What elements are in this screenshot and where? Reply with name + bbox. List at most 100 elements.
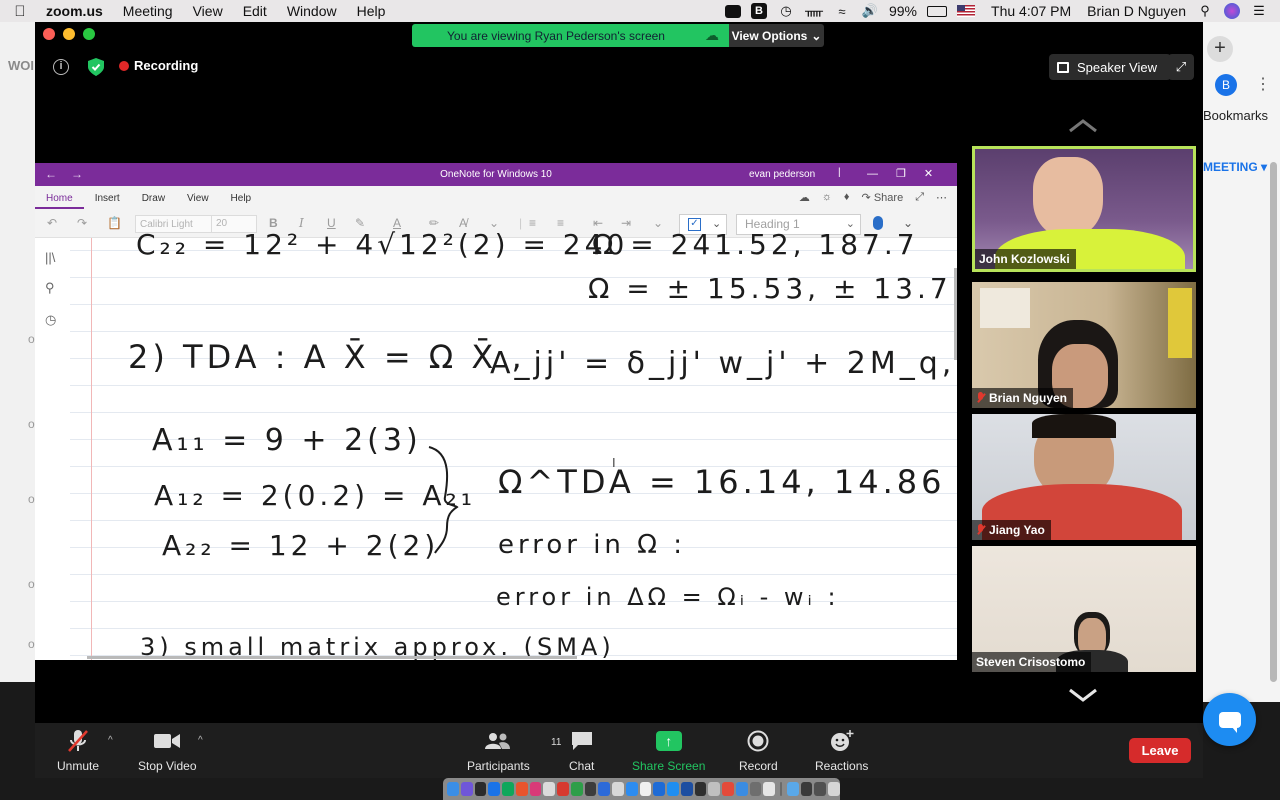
- scroll-up-icon[interactable]: [1068, 117, 1098, 135]
- app-icon[interactable]: [708, 782, 720, 796]
- app-icon[interactable]: [557, 782, 569, 796]
- shared-screen[interactable]: ←→ OneNote for Windows 10 evan pederson …: [35, 163, 957, 660]
- app-icon[interactable]: [800, 782, 813, 796]
- bookmarks-label[interactable]: Bookmarks: [1203, 108, 1268, 123]
- app-icon[interactable]: [735, 782, 748, 796]
- undo-icon[interactable]: ↶: [47, 216, 57, 230]
- recording-indicator[interactable]: Recording: [119, 58, 198, 73]
- notebooks-icon[interactable]: ||\: [45, 250, 55, 265]
- app-icon[interactable]: [749, 782, 762, 796]
- bell-icon[interactable]: ♦: [844, 191, 850, 204]
- note-canvas[interactable]: C₂₂ = 12² + 4√12²(2) = 240 Ω = 241.52, 1…: [70, 228, 957, 660]
- app-icon[interactable]: [653, 782, 665, 796]
- folder-icon[interactable]: [786, 782, 799, 796]
- tab-home[interactable]: Home: [35, 193, 84, 209]
- app-icon[interactable]: [763, 782, 775, 796]
- app-icon[interactable]: [694, 782, 707, 796]
- app-icon[interactable]: [667, 782, 679, 796]
- app-icon[interactable]: [570, 782, 583, 796]
- participants-button[interactable]: Participants: [467, 729, 530, 773]
- app-icon[interactable]: [502, 782, 514, 796]
- vertical-scrollbar[interactable]: [954, 268, 957, 360]
- apple-icon[interactable]: : [0, 3, 40, 20]
- new-tab-icon[interactable]: +: [1207, 36, 1233, 62]
- audio-options-caret-icon[interactable]: ^: [108, 735, 113, 746]
- search-icon[interactable]: ⚲: [45, 280, 55, 296]
- battery-icon[interactable]: [927, 5, 948, 17]
- search-icon[interactable]: ⚲: [1196, 3, 1214, 18]
- app-icon[interactable]: [814, 782, 827, 796]
- app-icon[interactable]: [474, 782, 487, 796]
- app-icon[interactable]: [515, 782, 528, 796]
- user-name[interactable]: Brian D Nguyen: [1087, 3, 1186, 19]
- expand-icon[interactable]: ⤢: [915, 191, 924, 204]
- bluetooth-icon[interactable]: ᚅ: [805, 3, 823, 18]
- horizontal-scrollbar[interactable]: [87, 656, 577, 659]
- recent-icon[interactable]: ◷: [45, 312, 56, 328]
- lightbulb-icon[interactable]: ☼: [822, 191, 832, 204]
- app-icon[interactable]: [639, 782, 652, 796]
- zoom-window-button[interactable]: [83, 28, 95, 40]
- reactions-button[interactable]: Reactions: [815, 729, 868, 773]
- video-tile[interactable]: John Kozlowski: [972, 146, 1196, 272]
- menu-edit[interactable]: Edit: [233, 3, 277, 19]
- record-button[interactable]: Record: [739, 729, 778, 773]
- unmute-button[interactable]: Unmute: [57, 729, 99, 773]
- camera-icon[interactable]: [724, 4, 741, 18]
- video-tile[interactable]: Jiang Yao: [972, 414, 1196, 540]
- fullscreen-button[interactable]: ⤢: [1168, 54, 1194, 80]
- video-tile[interactable]: Steven Crisostomo: [972, 546, 1196, 672]
- browser-scrollbar[interactable]: [1270, 162, 1277, 682]
- more-icon[interactable]: ⋮: [1255, 74, 1271, 94]
- app-icon[interactable]: [529, 782, 542, 796]
- onenote-share-button[interactable]: ↷ Share: [862, 191, 904, 204]
- meeting-link[interactable]: MEETING ▾: [1203, 160, 1267, 174]
- tab-help[interactable]: Help: [220, 193, 263, 209]
- leave-button[interactable]: Leave: [1129, 738, 1191, 763]
- scroll-down-icon[interactable]: [1068, 686, 1098, 704]
- app-icon[interactable]: [488, 782, 500, 796]
- siri-icon[interactable]: [1224, 3, 1240, 19]
- app-icon[interactable]: [460, 782, 473, 796]
- redo-icon[interactable]: ↷: [77, 216, 87, 230]
- app-icon[interactable]: [612, 782, 624, 796]
- more-options-icon[interactable]: ⋯: [936, 191, 947, 204]
- video-tile[interactable]: Brian Nguyen: [972, 282, 1196, 408]
- meeting-info-icon[interactable]: i: [53, 59, 69, 75]
- profile-avatar[interactable]: B: [1215, 74, 1237, 96]
- stop-video-button[interactable]: Stop Video: [138, 729, 197, 773]
- sync-icon[interactable]: ☁: [799, 191, 810, 204]
- speaker-view-button[interactable]: Speaker View: [1049, 54, 1171, 80]
- battery-percent[interactable]: 99%: [889, 3, 917, 19]
- finder-icon[interactable]: [447, 782, 459, 796]
- tab-draw[interactable]: Draw: [131, 193, 176, 209]
- control-center-icon[interactable]: ☰: [1250, 3, 1268, 18]
- chat-widget-button[interactable]: [1203, 693, 1256, 746]
- clock[interactable]: Thu 4:07 PM: [991, 3, 1071, 19]
- view-options-button[interactable]: View Options ⌄: [729, 24, 824, 47]
- trash-icon[interactable]: [828, 782, 840, 796]
- tab-view[interactable]: View: [176, 193, 220, 209]
- app-icon[interactable]: [722, 782, 734, 796]
- app-icon[interactable]: [680, 782, 693, 796]
- time-machine-icon[interactable]: ◷: [777, 3, 795, 18]
- encryption-shield-icon[interactable]: [88, 58, 104, 76]
- menu-meeting[interactable]: Meeting: [113, 3, 183, 19]
- menu-view[interactable]: View: [183, 3, 233, 19]
- volume-icon[interactable]: 🔊: [861, 3, 879, 18]
- video-options-caret-icon[interactable]: ^: [198, 735, 203, 746]
- chat-button[interactable]: Chat: [569, 729, 594, 773]
- menu-app-name[interactable]: zoom.us: [40, 3, 113, 19]
- share-screen-button[interactable]: ↑ Share Screen: [632, 729, 705, 773]
- menu-window[interactable]: Window: [277, 3, 347, 19]
- close-window-button[interactable]: [43, 28, 55, 40]
- app-icon[interactable]: [543, 782, 555, 796]
- minimize-window-button[interactable]: [63, 28, 75, 40]
- b-app-icon[interactable]: B: [750, 3, 767, 19]
- wifi-icon[interactable]: ≈: [833, 4, 851, 19]
- menu-help[interactable]: Help: [347, 3, 396, 19]
- clipboard-icon[interactable]: 📋: [107, 216, 122, 230]
- app-icon[interactable]: [584, 782, 597, 796]
- app-icon[interactable]: [598, 782, 610, 796]
- flag-icon[interactable]: [957, 5, 976, 17]
